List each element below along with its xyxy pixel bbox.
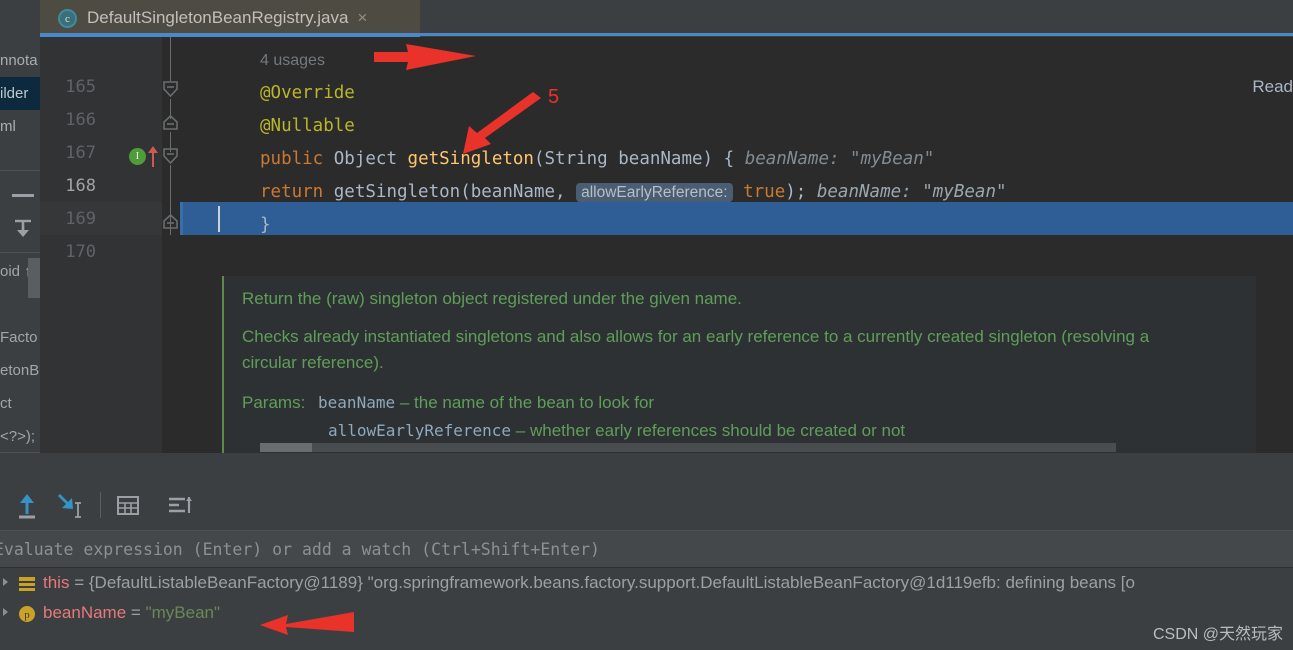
- code-token: Object: [333, 149, 408, 169]
- code-token: getSingleton(beanName,: [333, 182, 577, 202]
- variable-text: this = {DefaultListableBeanFactory@1189}…: [0, 568, 1293, 598]
- parameter-name-hint: allowEarlyReference:: [576, 183, 733, 202]
- editor-tab[interactable]: c DefaultSingletonBeanRegistry.java ×: [40, 0, 420, 36]
- editor-gutter[interactable]: 165 166 167 168 169 170 I: [40, 37, 162, 453]
- structure-item[interactable]: Facto: [0, 321, 44, 354]
- variable-name: beanName: [43, 603, 127, 622]
- line-number: 165: [65, 77, 96, 97]
- parameter-icon: p: [18, 604, 36, 622]
- evaluate-expression-input[interactable]: Evaluate expression (Enter) or add a wat…: [0, 530, 1293, 568]
- code-token: return: [260, 182, 334, 202]
- view-as-table-icon[interactable]: [113, 490, 143, 520]
- step-out-icon[interactable]: [12, 490, 42, 520]
- debugger-toolbar: [0, 482, 1293, 528]
- doc-param-desc: the name of the bean to look for: [414, 393, 655, 412]
- inline-value-hint: beanName: "myBean": [734, 149, 935, 169]
- code-token: (String beanName) {: [533, 149, 735, 169]
- variable-row[interactable]: this = {DefaultListableBeanFactory@1189}…: [0, 568, 1293, 598]
- implemented-method-icon[interactable]: I: [129, 148, 146, 165]
- overrides-up-arrow-icon[interactable]: [146, 145, 160, 167]
- variable-value-extra: "org.springframework.beans.factory.suppo…: [367, 573, 1135, 592]
- code-token: @Nullable: [260, 116, 355, 136]
- fold-collapse-icon[interactable]: [163, 148, 178, 165]
- doc-param-dash: –: [399, 393, 410, 412]
- structure-item[interactable]: <?>);: [0, 420, 44, 453]
- evaluate-expression-icon[interactable]: [54, 490, 84, 520]
- sort-values-icon[interactable]: [165, 490, 195, 520]
- project-item-label: ml: [0, 118, 16, 135]
- editor-tab-label: DefaultSingletonBeanRegistry.java: [87, 8, 349, 27]
- structure-item-label: <?>);: [0, 428, 36, 445]
- close-icon[interactable]: ×: [357, 8, 367, 28]
- sidebar-divider: [0, 170, 44, 171]
- chevron-right-icon[interactable]: [3, 608, 8, 616]
- structure-item-label: ct: [0, 395, 12, 412]
- tabbar-empty-area: [420, 0, 1293, 36]
- watermark: CSDN @天然玩家: [1152, 626, 1283, 643]
- doc-paragraph-1: Return the (raw) singleton object regist…: [242, 289, 742, 308]
- fold-line: [170, 37, 171, 81]
- structure-item[interactable]: etonB: [0, 354, 44, 387]
- doc-param-name: beanName: [318, 393, 396, 412]
- code-token: public: [260, 149, 334, 169]
- inline-value-hint: beanName: "myBean": [806, 182, 1007, 202]
- editor-readonly-status: Read: [1252, 77, 1293, 96]
- variable-row[interactable]: p beanName = "myBean": [0, 598, 1293, 628]
- code-token: );: [785, 182, 807, 202]
- doc-horizontal-scrollbar[interactable]: [260, 443, 1116, 452]
- annotation-arrow-method: [463, 92, 541, 154]
- project-item[interactable]: nnota: [0, 44, 44, 77]
- code-token: true: [732, 182, 786, 202]
- evaluate-expression-placeholder: Evaluate expression (Enter) or add a wat…: [0, 540, 600, 559]
- code-token: }: [260, 215, 271, 235]
- documentation-popup[interactable]: Return the (raw) singleton object regist…: [222, 276, 1256, 453]
- variable-text: beanName = "myBean": [0, 598, 1293, 628]
- line-number: 166: [65, 110, 96, 130]
- step-out-icon[interactable]: [10, 218, 36, 244]
- fold-expand-icon[interactable]: [163, 114, 178, 131]
- toolbar-separator: [100, 492, 101, 518]
- code-folding-rail[interactable]: [162, 37, 180, 453]
- project-item-label: ilder: [0, 85, 29, 102]
- variables-list[interactable]: this = {DefaultListableBeanFactory@1189}…: [0, 568, 1293, 628]
- annotation-step-number: 5: [548, 86, 560, 108]
- scrollbar-thumb[interactable]: [260, 443, 312, 452]
- structure-item[interactable]: ct: [0, 387, 44, 420]
- line-number: 167: [65, 143, 96, 163]
- annotation-arrow-bottom: [260, 612, 354, 635]
- line-number: 169: [65, 209, 96, 229]
- svg-text:p: p: [24, 609, 30, 621]
- ide-window: nnota ilder ml oid ↑S Facto etonB ct <?>…: [0, 0, 1293, 650]
- line-number: 170: [65, 242, 96, 262]
- variable-value: {DefaultListableBeanFactory@1189}: [88, 573, 363, 592]
- chevron-right-icon[interactable]: [3, 578, 8, 586]
- debugger-panel: Evaluate expression (Enter) or add a wat…: [0, 460, 1293, 650]
- fold-expand-icon[interactable]: [163, 213, 178, 230]
- equals-sign: =: [130, 603, 141, 622]
- usages-hint[interactable]: 4 usages: [260, 52, 325, 69]
- doc-paragraph-2: Checks already instantiated singletons a…: [242, 327, 1150, 372]
- tab-active-underline-extension: [420, 33, 1293, 36]
- code-token: @Override: [260, 83, 355, 103]
- doc-params-label: Params:: [242, 393, 306, 412]
- collapse-minus-icon[interactable]: [12, 194, 34, 197]
- equals-sign: =: [74, 573, 85, 592]
- fold-collapse-icon[interactable]: [163, 81, 178, 98]
- sidebar-divider: [0, 452, 44, 453]
- annotation-arrow-top: [374, 44, 476, 70]
- java-class-icon: c: [58, 8, 77, 28]
- line-number-current: 168: [65, 176, 96, 196]
- object-field-icon: [18, 574, 36, 592]
- project-item-label: nnota: [0, 52, 38, 69]
- structure-item-label: Facto: [0, 329, 38, 346]
- variable-name: this: [43, 573, 70, 592]
- variable-value: "myBean": [145, 603, 221, 622]
- structure-item-label: etonB: [0, 362, 40, 379]
